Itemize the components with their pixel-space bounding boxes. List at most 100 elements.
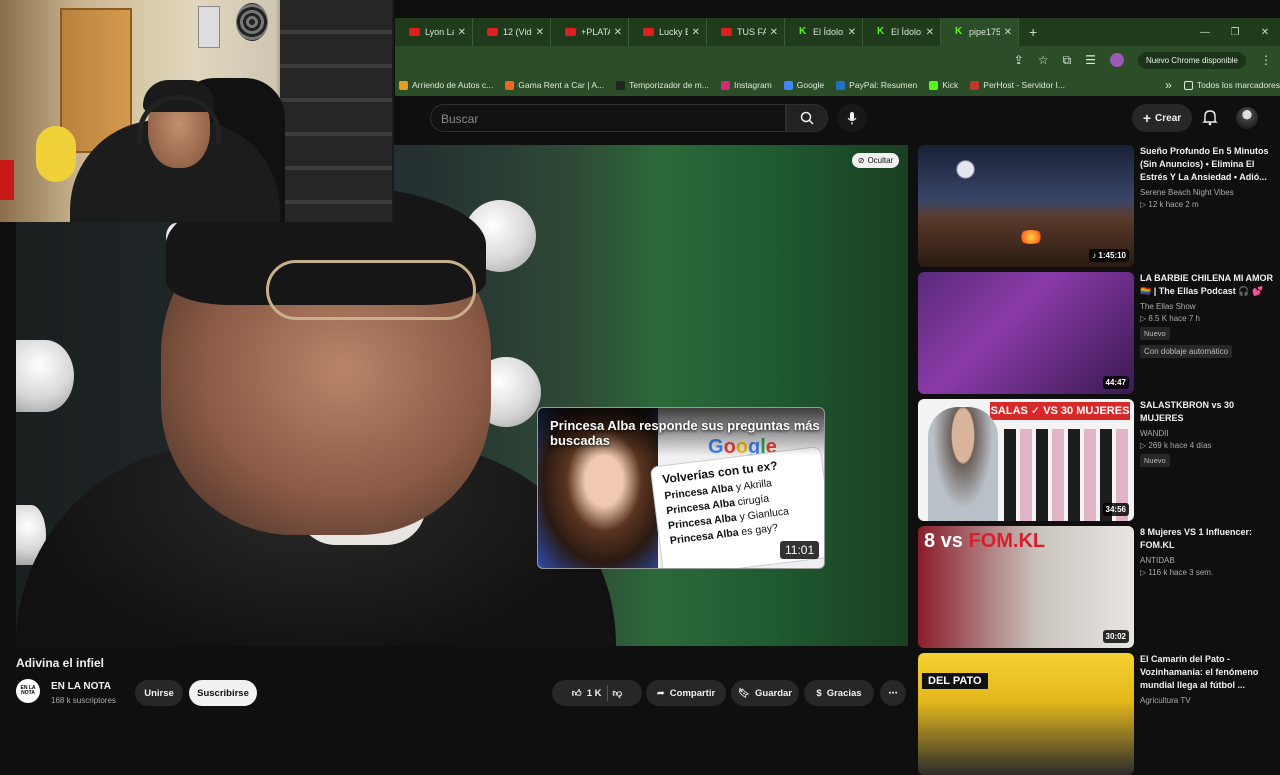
- join-button[interactable]: Unirse: [135, 680, 183, 706]
- share-button[interactable]: ➦ Compartir: [646, 680, 726, 706]
- close-window-icon[interactable]: ✕: [1250, 27, 1280, 38]
- bookmark-item[interactable]: Instagram: [720, 80, 772, 90]
- kick-icon: K: [799, 26, 807, 37]
- recommendation-channel[interactable]: Serene Beach Night Vibes: [1140, 188, 1278, 197]
- browser-tab[interactable]: 12 (Video Of ✕: [473, 18, 551, 46]
- bookmarks-overflow-icon[interactable]: »: [1165, 78, 1172, 92]
- video-duration: 30:02: [1102, 630, 1129, 643]
- bookmark-star-icon[interactable]: ☆: [1038, 53, 1049, 67]
- recommendation-title[interactable]: El Camarín del Pato - Vozinhamanía: el f…: [1140, 653, 1278, 692]
- close-tab-icon[interactable]: ✕: [1004, 27, 1012, 38]
- reading-list-icon[interactable]: ☰: [1085, 53, 1096, 67]
- bookmark-label: Gama Rent a Car | A...: [518, 80, 605, 90]
- bookmark-item[interactable]: Gama Rent a Car | A...: [505, 80, 604, 90]
- search-input[interactable]: Buscar: [430, 104, 786, 132]
- bookmark-item[interactable]: Arriendo de Autos c...: [399, 80, 493, 90]
- minimize-icon[interactable]: —: [1190, 27, 1220, 38]
- browser-tab-strip: Lyon La F - El✕12 (Video Of✕+PLATA BLA✕L…: [395, 18, 1280, 46]
- recommendation-item[interactable]: 8 vs FOM.KL 30:02 8 Mujeres VS 1 Influen…: [918, 526, 1278, 648]
- hide-endcards-button[interactable]: ⊘ Ocultar: [852, 153, 899, 168]
- bookmarks-bar: Arriendo de Autos c... Gama Rent a Car | …: [395, 74, 1280, 96]
- bookmark-favicon-icon: [783, 80, 793, 90]
- plus-icon: +: [1142, 110, 1152, 126]
- browser-tab[interactable]: Lucky Brown ✕: [629, 18, 707, 46]
- recommendation-title[interactable]: 8 Mujeres VS 1 Influencer: FOM.KL: [1140, 526, 1278, 552]
- tab-title: +PLATA BLA: [581, 27, 610, 37]
- recommendation-item[interactable]: 44:47 LA BARBIE CHILENA MI AMOR 🏳️‍🌈 | T…: [918, 272, 1278, 394]
- channel-avatar[interactable]: EN LA NOTA: [16, 679, 40, 703]
- endcard-title: Princesa Alba responde sus preguntas más…: [550, 418, 820, 448]
- facecam-dartboard: [236, 3, 268, 41]
- save-button[interactable]: 🔖︎ Guardar: [731, 680, 799, 706]
- restore-icon[interactable]: ❐: [1220, 27, 1250, 38]
- bookmark-item[interactable]: Kick: [929, 80, 958, 90]
- like-dislike-group: 👍︎ 1 K 👎︎: [552, 680, 642, 706]
- recommendation-thumbnail[interactable]: SALAS ✓ VS 30 MUJERES 34:56: [918, 399, 1134, 521]
- close-tab-icon[interactable]: ✕: [926, 27, 934, 38]
- voice-search-button[interactable]: [837, 104, 867, 132]
- tab-title: Lyon La F - El: [425, 27, 454, 37]
- bookmark-item[interactable]: PayPal: Resumen: [836, 80, 917, 90]
- recommendation-channel[interactable]: The Ellas Show: [1140, 302, 1278, 311]
- like-button[interactable]: 👍︎ 1 K: [572, 687, 602, 700]
- thumbnail-headline-a: 8 vs: [924, 530, 969, 552]
- browser-tab[interactable]: K El Ídolo: hac ✕: [863, 18, 941, 46]
- all-bookmarks-folder[interactable]: Todos los marcadores: [1183, 80, 1280, 90]
- chrome-profile-avatar[interactable]: [1109, 53, 1124, 67]
- super-thanks-icon: $: [816, 687, 822, 699]
- close-tab-icon[interactable]: ✕: [458, 27, 466, 38]
- account-avatar[interactable]: [1236, 107, 1258, 129]
- close-tab-icon[interactable]: ✕: [536, 27, 544, 38]
- thumbnail-tag: DEL PATO: [922, 673, 988, 689]
- extensions-icon[interactable]: ⧉: [1063, 53, 1072, 68]
- recommendation-channel[interactable]: WANDII: [1140, 429, 1278, 438]
- channel-name[interactable]: EN LA NOTA: [51, 681, 111, 692]
- close-tab-icon[interactable]: ✕: [848, 27, 856, 38]
- bookmark-item[interactable]: Google: [783, 80, 824, 90]
- tab-title: Lucky Brown: [659, 27, 688, 37]
- close-tab-icon[interactable]: ✕: [692, 27, 700, 38]
- video-duration: ♪ 1:45:10: [1089, 249, 1129, 262]
- new-badge: Nuevo: [1140, 454, 1170, 467]
- recommendation-thumbnail[interactable]: 44:47: [918, 272, 1134, 394]
- new-tab-button[interactable]: +: [1029, 24, 1037, 40]
- recommendation-title[interactable]: LA BARBIE CHILENA MI AMOR 🏳️‍🌈 | The Ell…: [1140, 272, 1278, 298]
- recommendation-thumbnail[interactable]: 8 vs FOM.KL 30:02: [918, 526, 1134, 648]
- close-tab-icon[interactable]: ✕: [614, 27, 622, 38]
- subscriber-count: 168 k suscriptores: [51, 696, 116, 705]
- more-actions-button[interactable]: ⋯: [880, 680, 906, 706]
- recommendation-channel[interactable]: Agricultura TV: [1140, 696, 1278, 705]
- bookmark-item[interactable]: PerHost - Servidor I...: [970, 80, 1065, 90]
- browser-tab[interactable]: +PLATA BLA ✕: [551, 18, 629, 46]
- youtube-icon: [643, 28, 654, 36]
- create-button[interactable]: + Crear: [1132, 104, 1192, 132]
- subscribe-button[interactable]: Suscribirse: [189, 680, 257, 706]
- recommendation-channel[interactable]: ANTIDAB: [1140, 556, 1278, 565]
- thanks-button[interactable]: $ Gracias: [804, 680, 874, 706]
- recommendation-item[interactable]: ♪ 1:45:10 Sueño Profundo En 5 Minutos (S…: [918, 145, 1278, 267]
- bookmark-icon: 🔖︎: [737, 687, 751, 699]
- recommendation-item[interactable]: DEL PATO El Camarín del Pato - Vozinhama…: [918, 653, 1278, 775]
- share-page-icon[interactable]: ⇪: [1014, 53, 1024, 67]
- chrome-menu-icon[interactable]: ⋮: [1260, 53, 1272, 67]
- eye-off-icon: ⊘: [857, 156, 865, 165]
- video-duration: 34:56: [1102, 503, 1129, 516]
- search-button[interactable]: [786, 104, 828, 132]
- kick-icon: K: [877, 26, 885, 37]
- recommendation-title[interactable]: SALASTKBRON vs 30 MUJERES: [1140, 399, 1278, 425]
- browser-tab[interactable]: TUS FAMOS ✕: [707, 18, 785, 46]
- recommendation-meta: ▷ 269 k hace 4 días: [1140, 441, 1212, 450]
- notifications-bell-icon[interactable]: [1200, 107, 1220, 127]
- chrome-update-button[interactable]: Nuevo Chrome disponible: [1137, 51, 1246, 69]
- dislike-button[interactable]: 👎︎: [613, 687, 623, 699]
- recommendation-item[interactable]: SALAS ✓ VS 30 MUJERES 34:56 SALASTKBRON …: [918, 399, 1278, 521]
- bookmark-item[interactable]: Temporizador de m...: [616, 80, 709, 90]
- browser-tab[interactable]: Kpipe1754 - V ✕: [941, 18, 1019, 46]
- recommendation-thumbnail[interactable]: DEL PATO: [918, 653, 1134, 775]
- recommendation-thumbnail[interactable]: ♪ 1:45:10: [918, 145, 1134, 267]
- close-tab-icon[interactable]: ✕: [770, 27, 778, 38]
- recommendation-title[interactable]: Sueño Profundo En 5 Minutos (Sin Anuncio…: [1140, 145, 1278, 184]
- browser-tab[interactable]: Lyon La F - El ✕: [395, 18, 473, 46]
- endscreen-video-card[interactable]: Princesa Alba responde sus preguntas más…: [537, 407, 825, 569]
- browser-tab[interactable]: K El Ídolo: hac ✕: [785, 18, 863, 46]
